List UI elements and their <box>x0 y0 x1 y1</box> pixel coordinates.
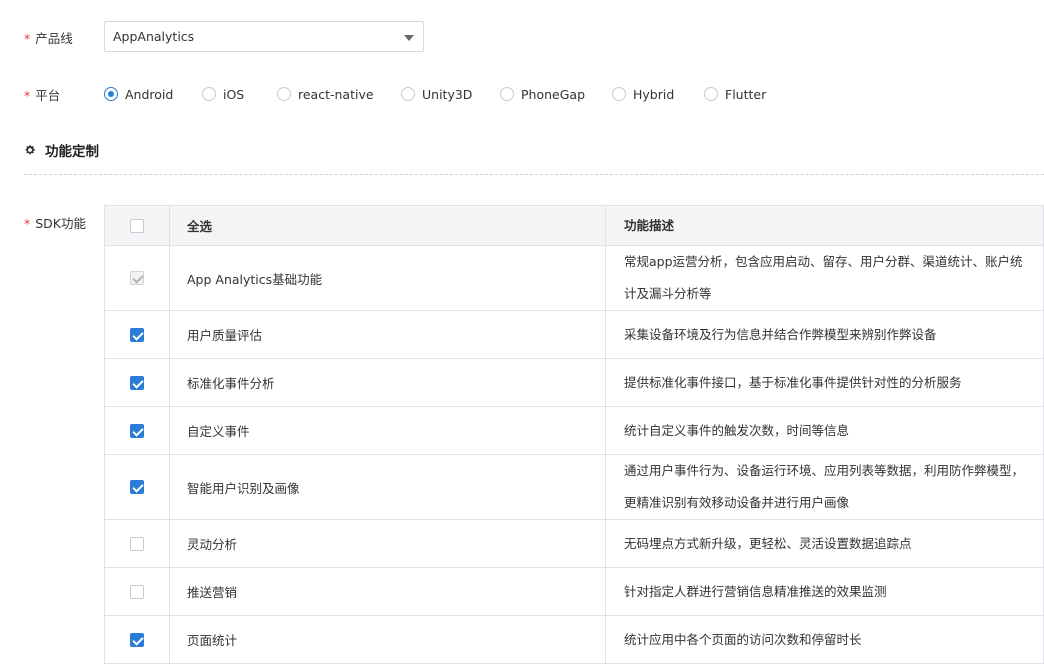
required-mark: * <box>24 216 31 231</box>
radio-hybrid[interactable]: Hybrid <box>612 86 674 102</box>
table-row: 标准化事件分析 提供标准化事件接口，基于标准化事件提供针对性的分析服务 <box>105 359 1043 407</box>
feature-name: 页面统计 <box>170 616 606 663</box>
product-line-label-text: 产品线 <box>35 31 73 46</box>
header-select-all[interactable]: 全选 <box>170 206 606 245</box>
radio-circle <box>202 87 216 101</box>
radio-label: Flutter <box>725 86 767 102</box>
table-row: App Analytics基础功能 常规app运营分析，包含应用启动、留存、用户… <box>105 246 1043 311</box>
table-row: 用户质量评估 采集设备环境及行为信息并结合作弊模型来辨别作弊设备 <box>105 311 1043 359</box>
feature-name: 推送营销 <box>170 568 606 615</box>
feature-description: 常规app运营分析，包含应用启动、留存、用户分群、渠道统计、账户统计及漏斗分析等 <box>624 254 1023 301</box>
product-line-value: AppAnalytics <box>113 29 195 44</box>
sdk-feature-table: 全选 功能描述 App Analytics基础功能 常规app运营分析，包含应用… <box>104 205 1044 664</box>
radio-circle <box>104 87 118 101</box>
select-all-checkbox[interactable] <box>130 218 144 233</box>
feature-name: 自定义事件 <box>170 407 606 454</box>
radio-circle <box>401 87 415 101</box>
feature-description: 统计自定义事件的触发次数，时间等信息 <box>624 422 850 438</box>
product-line-label: * 产品线 <box>24 28 73 47</box>
feature-description: 通过用户事件行为、设备运行环境、应用列表等数据，利用防作弊模型，更精准识别有效移… <box>624 463 1025 510</box>
radio-android[interactable]: Android <box>104 86 173 102</box>
radio-phonegap[interactable]: PhoneGap <box>500 86 585 102</box>
radio-label: Hybrid <box>633 86 675 102</box>
header-checkbox-cell <box>105 206 170 245</box>
row-checkbox[interactable] <box>130 536 144 551</box>
section-divider <box>24 174 1044 175</box>
table-row: 灵动分析 无码埋点方式新升级，更轻松、灵活设置数据追踪点 <box>105 520 1043 568</box>
table-row: 推送营销 针对指定人群进行营销信息精准推送的效果监测 <box>105 568 1043 616</box>
feature-description: 采集设备环境及行为信息并结合作弊模型来辨别作弊设备 <box>624 326 937 342</box>
platform-label: * 平台 <box>24 85 60 104</box>
header-description: 功能描述 <box>624 217 675 233</box>
feature-name: 标准化事件分析 <box>170 359 606 406</box>
radio-circle <box>277 87 291 101</box>
radio-label: PhoneGap <box>521 86 586 102</box>
feature-description: 针对指定人群进行营销信息精准推送的效果监测 <box>624 583 887 599</box>
section-title-text: 功能定制 <box>45 144 99 160</box>
product-line-select[interactable]: AppAnalytics <box>104 21 424 52</box>
radio-flutter[interactable]: Flutter <box>704 86 766 102</box>
radio-label: iOS <box>223 86 245 102</box>
radio-ios[interactable]: iOS <box>202 86 244 102</box>
radio-label: react-native <box>298 86 374 102</box>
feature-name: 灵动分析 <box>170 520 606 567</box>
required-mark: * <box>24 31 31 46</box>
table-row: 页面统计 统计应用中各个页面的访问次数和停留时长 <box>105 616 1043 664</box>
radio-circle <box>612 87 626 101</box>
row-checkbox[interactable] <box>130 423 144 438</box>
table-row: 自定义事件 统计自定义事件的触发次数，时间等信息 <box>105 407 1043 455</box>
feature-name: App Analytics基础功能 <box>170 246 606 310</box>
section-title: 功能定制 <box>24 140 99 160</box>
sdk-label-text: SDK功能 <box>35 216 87 231</box>
chevron-down-icon <box>404 35 414 41</box>
row-checkbox[interactable] <box>130 375 144 390</box>
gear-icon <box>25 145 35 155</box>
row-checkbox[interactable] <box>130 480 144 494</box>
radio-circle <box>704 87 718 101</box>
row-checkbox[interactable] <box>130 327 144 342</box>
radio-label: Android <box>125 86 174 102</box>
table-header: 全选 功能描述 <box>105 206 1043 246</box>
radio-react-native[interactable]: react-native <box>277 86 374 102</box>
radio-circle <box>500 87 514 101</box>
row-checkbox <box>130 271 144 285</box>
feature-name: 用户质量评估 <box>170 311 606 358</box>
feature-description: 统计应用中各个页面的访问次数和停留时长 <box>624 631 862 647</box>
feature-name: 智能用户识别及画像 <box>170 455 606 519</box>
feature-description: 无码埋点方式新升级，更轻松、灵活设置数据追踪点 <box>624 535 912 551</box>
sdk-label: * SDK功能 <box>24 213 86 232</box>
radio-label: Unity3D <box>422 86 473 102</box>
feature-description: 提供标准化事件接口，基于标准化事件提供针对性的分析服务 <box>624 374 962 390</box>
radio-unity3d[interactable]: Unity3D <box>401 86 472 102</box>
table-row: 智能用户识别及画像 通过用户事件行为、设备运行环境、应用列表等数据，利用防作弊模… <box>105 455 1043 520</box>
platform-label-text: 平台 <box>35 88 61 103</box>
required-mark: * <box>24 88 31 103</box>
row-checkbox[interactable] <box>130 584 144 599</box>
row-checkbox[interactable] <box>130 632 144 647</box>
